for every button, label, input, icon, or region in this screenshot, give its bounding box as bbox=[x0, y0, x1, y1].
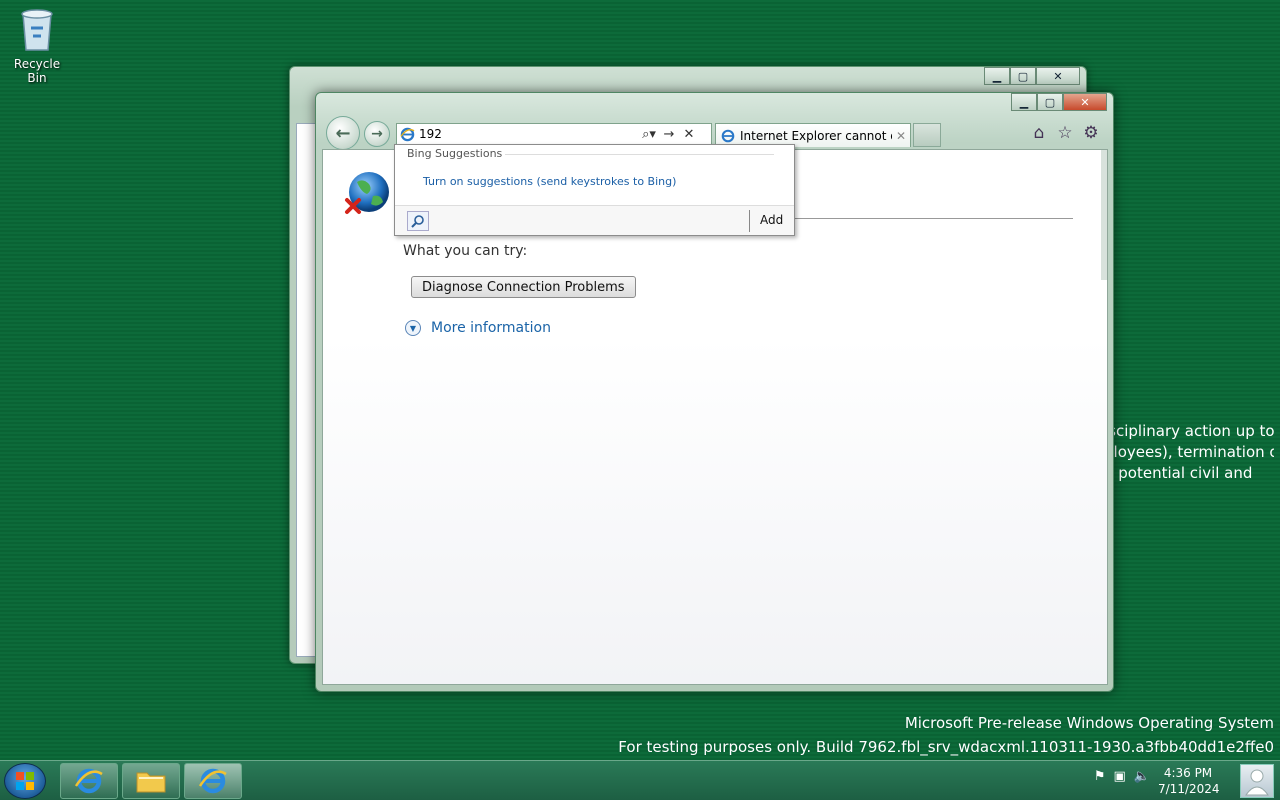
error-globe-icon bbox=[345, 172, 389, 214]
stop-icon[interactable]: ✕ bbox=[679, 127, 699, 142]
tab-title: Internet Explorer cannot dis... bbox=[740, 128, 892, 143]
address-suggestions-dropdown: Bing Suggestions Turn on suggestions (se… bbox=[394, 144, 795, 236]
what-you-can-try-label: What you can try: bbox=[403, 243, 528, 259]
background-window-text: isciplinary action up to ployees), termi… bbox=[1104, 421, 1274, 484]
user-icon bbox=[1245, 769, 1269, 796]
taskbar-ie-active[interactable] bbox=[184, 763, 242, 799]
new-tab-button[interactable] bbox=[913, 123, 941, 147]
network-icon[interactable]: ▣ bbox=[1114, 769, 1126, 784]
address-input[interactable] bbox=[419, 127, 639, 141]
watermark-build: For testing purposes only. Build 7962.fb… bbox=[618, 738, 1274, 756]
clock-time: 4:36 PM bbox=[1163, 766, 1213, 780]
vertical-scrollbar[interactable] bbox=[1101, 150, 1107, 280]
forward-arrow-icon: → bbox=[371, 126, 383, 142]
home-icon[interactable]: ⌂ bbox=[1029, 123, 1049, 143]
ie-caption-buttons: ▁ ▢ ✕ bbox=[1011, 93, 1107, 111]
search-provider-bar: Add bbox=[395, 205, 794, 235]
clock-date: 7/11/2024 bbox=[1158, 782, 1220, 796]
start-button[interactable] bbox=[4, 763, 46, 799]
clock[interactable]: 4:36 PM 7/11/2024 bbox=[1158, 765, 1220, 797]
go-arrow-icon[interactable]: → bbox=[659, 127, 679, 142]
minimize-button[interactable]: ▁ bbox=[1011, 93, 1037, 111]
user-avatar[interactable] bbox=[1240, 764, 1274, 798]
recycle-bin-label: Recycle Bin bbox=[13, 57, 61, 85]
windows-logo-icon bbox=[16, 772, 34, 790]
back-arrow-icon: ← bbox=[335, 122, 351, 144]
tools-gear-icon[interactable]: ⚙ bbox=[1081, 123, 1101, 143]
search-dropdown-icon[interactable]: ⌕▾ bbox=[639, 127, 659, 142]
system-tray: ⚑ ▣ 🔈 bbox=[1094, 769, 1150, 784]
watermark-title: Microsoft Pre-release Windows Operating … bbox=[904, 714, 1274, 732]
ie-page-icon bbox=[400, 127, 415, 141]
internet-explorer-icon bbox=[198, 768, 227, 794]
action-center-flag-icon[interactable]: ⚑ bbox=[1094, 769, 1106, 784]
diagnose-connection-button[interactable]: Diagnose Connection Problems bbox=[411, 276, 636, 298]
background-window-caption-buttons: ▁ ▢ ✕ bbox=[984, 67, 1080, 85]
folder-icon bbox=[136, 772, 166, 793]
ie-tab-icon bbox=[721, 129, 735, 142]
taskbar: ⚑ ▣ 🔈 4:36 PM 7/11/2024 bbox=[0, 760, 1280, 800]
maximize-button[interactable]: ▢ bbox=[1037, 93, 1063, 111]
recycle-bin-icon bbox=[21, 9, 53, 51]
bing-suggestions-header: Bing Suggestions bbox=[407, 147, 503, 160]
background-text-line: ployees), termination of bbox=[1104, 443, 1274, 461]
maximize-button[interactable]: ▢ bbox=[1010, 67, 1036, 85]
background-text-line: isciplinary action up to bbox=[1104, 422, 1274, 440]
command-icons: ⌂ ☆ ⚙ bbox=[1029, 123, 1101, 143]
background-text-line: d potential civil and bbox=[1104, 464, 1253, 482]
favorites-star-icon[interactable]: ☆ bbox=[1055, 123, 1075, 143]
close-button[interactable]: ✕ bbox=[1036, 67, 1080, 85]
internet-explorer-icon bbox=[74, 768, 103, 794]
expand-chevron-icon: ▼ bbox=[405, 320, 421, 336]
turn-on-suggestions-link[interactable]: Turn on suggestions (send keystrokes to … bbox=[423, 175, 676, 188]
forward-button[interactable]: → bbox=[364, 121, 390, 147]
minimize-button[interactable]: ▁ bbox=[984, 67, 1010, 85]
header-divider bbox=[505, 154, 774, 155]
volume-muted-icon[interactable]: 🔈 bbox=[1134, 769, 1150, 784]
separator bbox=[749, 210, 750, 232]
magnifier-icon bbox=[411, 215, 424, 228]
taskbar-explorer[interactable] bbox=[122, 763, 180, 799]
taskbar-ie-pinned[interactable] bbox=[60, 763, 118, 799]
back-button[interactable]: ← bbox=[326, 116, 360, 150]
close-button[interactable]: ✕ bbox=[1063, 93, 1107, 111]
search-provider-icon[interactable] bbox=[407, 211, 429, 231]
more-information-link[interactable]: ▼ More information bbox=[405, 320, 551, 336]
address-bar[interactable]: ⌕▾ → ✕ bbox=[396, 123, 712, 145]
add-search-provider-button[interactable]: Add bbox=[760, 213, 783, 227]
tab-close-icon[interactable]: ✕ bbox=[896, 129, 906, 143]
recycle-bin[interactable]: Recycle Bin bbox=[4, 6, 70, 85]
more-information-label: More information bbox=[431, 320, 551, 336]
